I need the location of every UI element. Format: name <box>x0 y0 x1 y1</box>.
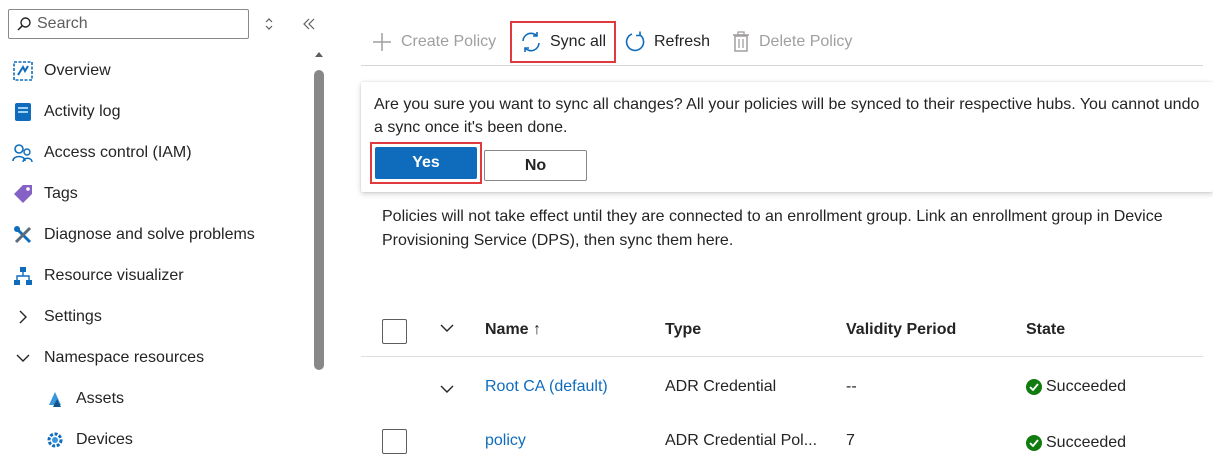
policy-name-link[interactable]: policy <box>485 432 526 450</box>
select-all-checkbox[interactable] <box>382 319 407 344</box>
info-text: Policies will not take effect until they… <box>382 208 1163 249</box>
wrench-icon <box>12 224 34 246</box>
create-policy-button[interactable]: Create Policy <box>371 23 496 61</box>
policy-name-link[interactable]: Root CA (default) <box>485 378 608 396</box>
policy-type: ADR Credential <box>665 378 777 395</box>
refresh-label: Refresh <box>654 33 711 50</box>
sort-toggle-icon[interactable] <box>259 14 279 34</box>
dialog-message: Are you sure you want to sync all change… <box>374 96 1200 136</box>
main-content: Create Policy Sync all Refresh Delete Po… <box>361 0 1213 462</box>
sidebar-item-label: Activity log <box>44 102 121 120</box>
sidebar-item-assets[interactable]: Assets <box>0 378 310 419</box>
chevron-right-icon <box>12 306 34 328</box>
sidebar-nav: Overview Activity log Access control (IA… <box>0 50 310 460</box>
hierarchy-icon <box>12 265 34 287</box>
assets-icon <box>44 388 66 410</box>
row-expand-icon[interactable] <box>439 384 455 394</box>
search-icon <box>17 17 31 31</box>
search-box[interactable] <box>8 9 249 39</box>
sidebar-item-tags[interactable]: Tags <box>0 173 310 214</box>
search-input[interactable] <box>37 15 237 33</box>
activity-log-icon <box>12 101 34 123</box>
gear-icon <box>44 429 66 451</box>
sidebar-item-resource-visualizer[interactable]: Resource visualizer <box>0 255 310 296</box>
sync-confirmation-dialog: Are you sure you want to sync all change… <box>361 82 1213 192</box>
command-bar: Create Policy Sync all Refresh Delete Po… <box>361 18 1203 66</box>
yes-button-highlight: Yes <box>370 142 482 184</box>
row-checkbox[interactable] <box>382 429 407 454</box>
sidebar-item-label: Overview <box>44 61 111 79</box>
policy-validity: -- <box>846 378 857 395</box>
no-button[interactable]: No <box>484 150 587 181</box>
sync-all-button[interactable]: Sync all <box>509 21 617 63</box>
tag-icon <box>12 183 34 205</box>
policy-type: ADR Credential Pol... <box>665 432 818 449</box>
trash-icon <box>731 31 751 53</box>
status-badge: Succeeded <box>1026 434 1126 452</box>
sidebar-item-label: Access control (IAM) <box>44 143 192 161</box>
sidebar-item-devices[interactable]: Devices <box>0 419 310 460</box>
sync-all-label: Sync all <box>550 33 607 50</box>
sidebar-item-settings[interactable]: Settings <box>0 296 310 337</box>
status-text: Succeeded <box>1046 378 1127 395</box>
sidebar-item-access-control[interactable]: Access control (IAM) <box>0 132 310 173</box>
table-header: Name ↑ Type Validity Period State <box>361 307 1203 357</box>
sidebar-item-diagnose[interactable]: Diagnose and solve problems <box>0 214 310 255</box>
yes-button[interactable]: Yes <box>375 147 477 179</box>
sidebar-item-activity-log[interactable]: Activity log <box>0 91 310 132</box>
scrollbar-thumb[interactable] <box>314 70 324 370</box>
sidebar-item-label: Devices <box>76 430 133 448</box>
sidebar-item-label: Settings <box>44 307 102 325</box>
expand-all-icon[interactable] <box>439 323 455 333</box>
status-badge: Succeeded <box>1026 378 1126 396</box>
sidebar: Overview Activity log Access control (IA… <box>0 0 330 462</box>
chevron-down-icon <box>12 347 34 369</box>
column-header-validity[interactable]: Validity Period <box>846 321 956 339</box>
delete-policy-label: Delete Policy <box>759 33 853 50</box>
sidebar-item-label: Diagnose and solve problems <box>44 225 255 243</box>
sidebar-item-label: Resource visualizer <box>44 266 184 284</box>
plus-icon <box>371 31 393 53</box>
collapse-sidebar-icon[interactable] <box>299 14 319 34</box>
check-circle-icon <box>1026 379 1042 395</box>
sidebar-item-overview[interactable]: Overview <box>0 50 310 91</box>
column-header-state[interactable]: State <box>1026 321 1065 339</box>
refresh-icon <box>624 31 646 53</box>
sidebar-item-label: Assets <box>76 389 125 407</box>
create-policy-label: Create Policy <box>401 33 497 50</box>
scroll-up-icon[interactable] <box>315 52 323 57</box>
policy-validity: 7 <box>846 432 855 449</box>
overview-icon <box>12 60 34 82</box>
sidebar-item-label: Namespace resources <box>44 348 205 366</box>
column-header-type[interactable]: Type <box>665 321 701 339</box>
status-text: Succeeded <box>1046 434 1127 451</box>
sidebar-scrollbar[interactable] <box>313 50 325 462</box>
check-circle-icon <box>1026 435 1042 451</box>
sidebar-item-namespace-resources[interactable]: Namespace resources <box>0 337 310 378</box>
sidebar-item-label: Tags <box>44 184 78 202</box>
column-header-name[interactable]: Name ↑ <box>485 321 541 339</box>
delete-policy-button[interactable]: Delete Policy <box>731 23 852 61</box>
refresh-button[interactable]: Refresh <box>624 23 710 61</box>
sync-icon <box>520 31 542 53</box>
people-icon <box>12 142 34 164</box>
